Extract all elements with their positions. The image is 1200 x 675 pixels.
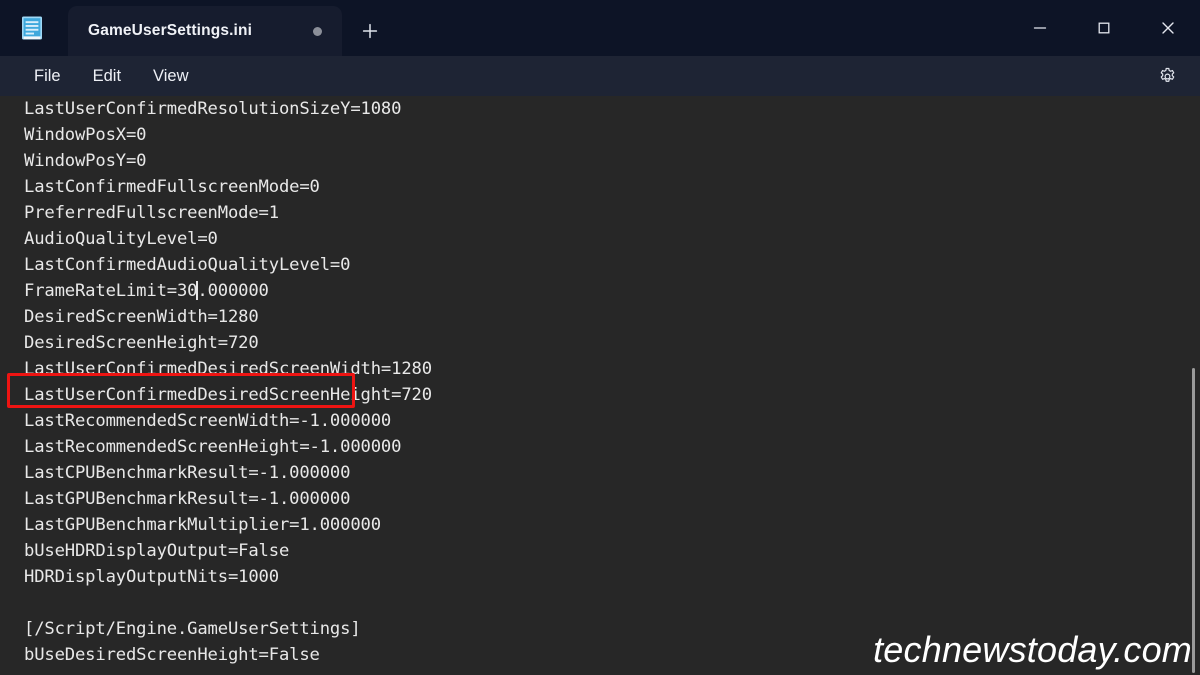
editor-line: LastUserConfirmedDesiredScreenHeight=720 bbox=[24, 385, 432, 405]
tab-modified-indicator-icon bbox=[313, 26, 322, 36]
title-bar: GameUserSettings.ini bbox=[0, 0, 1200, 56]
vertical-scrollbar[interactable] bbox=[1186, 96, 1200, 675]
editor-line: FrameRateLimit=30.000000 bbox=[24, 278, 1200, 304]
editor-line: LastGPUBenchmarkResult=-1.000000 bbox=[24, 489, 351, 509]
editor-line: LastConfirmedAudioQualityLevel=0 bbox=[24, 255, 351, 275]
close-button[interactable] bbox=[1136, 0, 1200, 56]
editor-line: bUseHDRDisplayOutput=False bbox=[24, 541, 290, 561]
minimize-button[interactable] bbox=[1008, 0, 1072, 56]
window-controls bbox=[1008, 0, 1200, 56]
editor-line: AudioQualityLevel=0 bbox=[24, 229, 218, 249]
editor-line: DesiredScreenHeight=720 bbox=[24, 333, 259, 353]
editor-line: LastGPUBenchmarkMultiplier=1.000000 bbox=[24, 515, 381, 535]
menu-item-edit[interactable]: Edit bbox=[77, 64, 137, 89]
editor-line: LastConfirmedFullscreenMode=0 bbox=[24, 177, 320, 197]
editor-line: LastRecommendedScreenHeight=-1.000000 bbox=[24, 437, 402, 457]
editor-line: LastCPUBenchmarkResult=-1.000000 bbox=[24, 463, 351, 483]
menu-bar: File Edit View bbox=[0, 56, 1200, 96]
tab-title: GameUserSettings.ini bbox=[88, 22, 253, 39]
scrollbar-thumb[interactable] bbox=[1192, 368, 1195, 673]
new-tab-button[interactable] bbox=[348, 6, 392, 56]
menu-item-file[interactable]: File bbox=[18, 64, 77, 89]
editor-line: LastUserConfirmedResolutionSizeY=1080 bbox=[24, 99, 402, 119]
editor-line-text-before-caret: FrameRateLimit=30 bbox=[24, 281, 198, 301]
notepad-window: GameUserSettings.ini File Edit View Last… bbox=[0, 0, 1200, 675]
watermark: technewstoday.com bbox=[873, 629, 1192, 670]
document-text[interactable]: LastUserConfirmedResolutionSizeY=1080 Win… bbox=[24, 96, 1200, 668]
editor-line: WindowPosX=0 bbox=[24, 125, 147, 145]
editor-line: HDRDisplayOutputNits=1000 bbox=[24, 567, 279, 587]
editor-line: LastRecommendedScreenWidth=-1.000000 bbox=[24, 411, 392, 431]
tab-strip: GameUserSettings.ini bbox=[68, 6, 392, 56]
editor-line: LastUserConfirmedDesiredScreenWidth=1280 bbox=[24, 359, 432, 379]
gear-icon[interactable] bbox=[1146, 56, 1188, 96]
menu-item-view[interactable]: View bbox=[137, 64, 204, 89]
text-editor-area[interactable]: LastUserConfirmedResolutionSizeY=1080 Win… bbox=[0, 96, 1200, 675]
editor-line: PreferredFullscreenMode=1 bbox=[24, 203, 279, 223]
editor-line: DesiredScreenWidth=1280 bbox=[24, 307, 259, 327]
editor-line-text-after-caret: .000000 bbox=[197, 281, 269, 301]
tab-gameusersettings[interactable]: GameUserSettings.ini bbox=[68, 6, 342, 56]
maximize-button[interactable] bbox=[1072, 0, 1136, 56]
notepad-icon bbox=[19, 14, 45, 42]
editor-line: WindowPosY=0 bbox=[24, 151, 147, 171]
